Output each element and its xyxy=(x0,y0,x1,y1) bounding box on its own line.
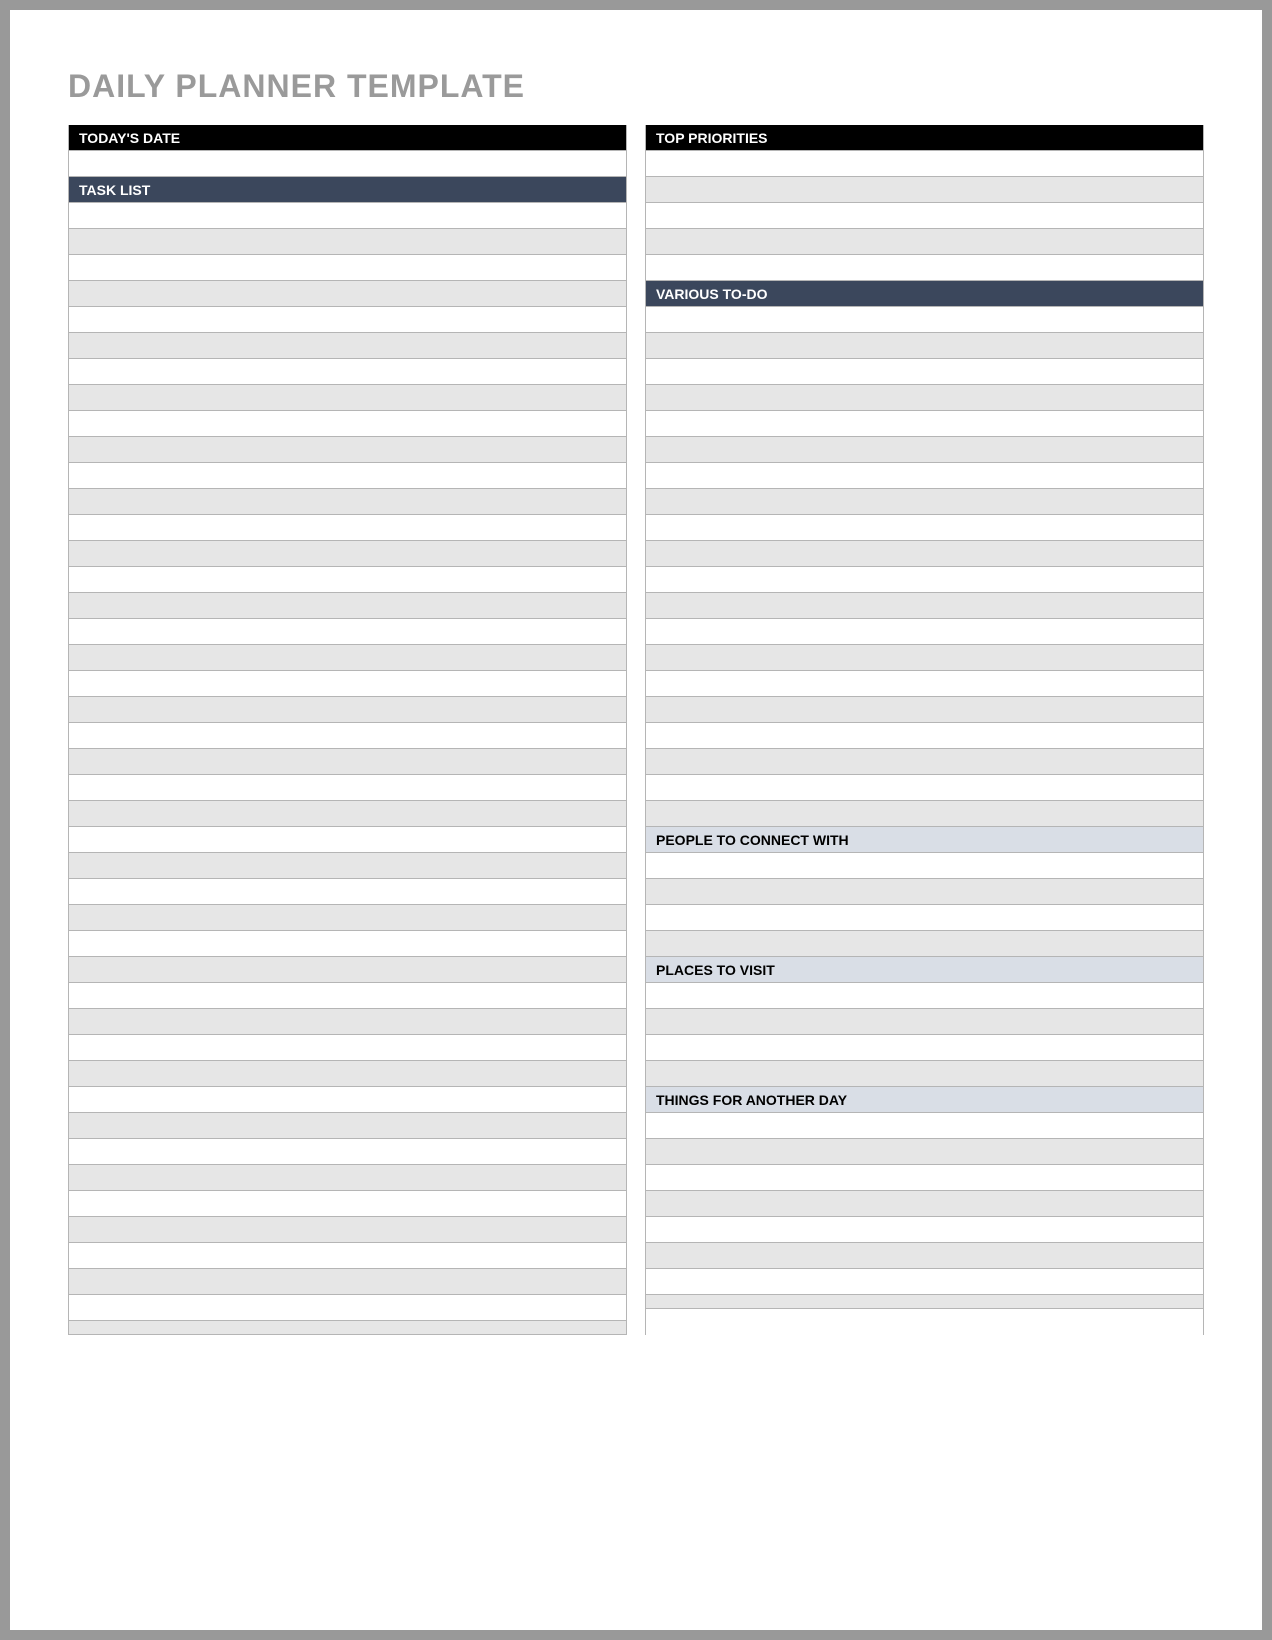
task-row[interactable] xyxy=(69,1217,626,1243)
task-row[interactable] xyxy=(69,1165,626,1191)
task-row[interactable] xyxy=(69,1191,626,1217)
people-row[interactable] xyxy=(646,905,1203,931)
header-things-another-day: THINGS FOR ANOTHER DAY xyxy=(646,1087,1203,1113)
bottom-strip xyxy=(69,1321,626,1335)
another-day-row[interactable] xyxy=(646,1165,1203,1191)
task-row[interactable] xyxy=(69,619,626,645)
another-day-row[interactable] xyxy=(646,1139,1203,1165)
priority-row[interactable] xyxy=(646,229,1203,255)
people-row[interactable] xyxy=(646,853,1203,879)
task-row[interactable] xyxy=(69,515,626,541)
task-row[interactable] xyxy=(69,1061,626,1087)
task-row[interactable] xyxy=(69,1035,626,1061)
task-row[interactable] xyxy=(69,827,626,853)
another-day-row[interactable] xyxy=(646,1191,1203,1217)
places-row[interactable] xyxy=(646,983,1203,1009)
priority-row[interactable] xyxy=(646,203,1203,229)
task-row[interactable] xyxy=(69,1139,626,1165)
todo-row[interactable] xyxy=(646,593,1203,619)
columns: TODAY'S DATE TASK LIST xyxy=(68,125,1204,1335)
task-row[interactable] xyxy=(69,541,626,567)
places-row[interactable] xyxy=(646,1061,1203,1087)
task-row[interactable] xyxy=(69,905,626,931)
task-row[interactable] xyxy=(69,281,626,307)
page-title: DAILY PLANNER TEMPLATE xyxy=(68,68,1204,105)
task-row[interactable] xyxy=(69,359,626,385)
task-row[interactable] xyxy=(69,307,626,333)
header-various-todo: VARIOUS TO-DO xyxy=(646,281,1203,307)
todo-row[interactable] xyxy=(646,437,1203,463)
task-row[interactable] xyxy=(69,411,626,437)
task-row[interactable] xyxy=(69,567,626,593)
task-row[interactable] xyxy=(69,749,626,775)
task-row[interactable] xyxy=(69,723,626,749)
task-row[interactable] xyxy=(69,385,626,411)
left-column: TODAY'S DATE TASK LIST xyxy=(68,125,627,1335)
todo-row[interactable] xyxy=(646,567,1203,593)
places-row[interactable] xyxy=(646,1035,1203,1061)
bottom-strip xyxy=(646,1295,1203,1309)
task-row[interactable] xyxy=(69,1269,626,1295)
todo-row[interactable] xyxy=(646,645,1203,671)
todo-row[interactable] xyxy=(646,723,1203,749)
todo-row[interactable] xyxy=(646,619,1203,645)
people-row[interactable] xyxy=(646,931,1203,957)
todo-row[interactable] xyxy=(646,333,1203,359)
header-people-to-connect: PEOPLE TO CONNECT WITH xyxy=(646,827,1203,853)
task-row[interactable] xyxy=(69,1243,626,1269)
todo-row[interactable] xyxy=(646,697,1203,723)
todo-row[interactable] xyxy=(646,749,1203,775)
todo-row[interactable] xyxy=(646,775,1203,801)
todo-row[interactable] xyxy=(646,411,1203,437)
header-top-priorities: TOP PRIORITIES xyxy=(646,125,1203,151)
task-row[interactable] xyxy=(69,931,626,957)
task-row[interactable] xyxy=(69,203,626,229)
todo-row[interactable] xyxy=(646,463,1203,489)
task-row[interactable] xyxy=(69,645,626,671)
todo-row[interactable] xyxy=(646,385,1203,411)
task-row[interactable] xyxy=(69,697,626,723)
places-row[interactable] xyxy=(646,1009,1203,1035)
priority-row[interactable] xyxy=(646,151,1203,177)
task-row[interactable] xyxy=(69,957,626,983)
task-row[interactable] xyxy=(69,879,626,905)
task-row[interactable] xyxy=(69,853,626,879)
todo-row[interactable] xyxy=(646,515,1203,541)
todo-row[interactable] xyxy=(646,359,1203,385)
task-row[interactable] xyxy=(69,489,626,515)
another-day-row[interactable] xyxy=(646,1113,1203,1139)
task-row[interactable] xyxy=(69,775,626,801)
task-row[interactable] xyxy=(69,671,626,697)
task-row[interactable] xyxy=(69,1295,626,1321)
task-row[interactable] xyxy=(69,1087,626,1113)
todo-row[interactable] xyxy=(646,307,1203,333)
header-todays-date: TODAY'S DATE xyxy=(69,125,626,151)
todo-row[interactable] xyxy=(646,541,1203,567)
task-row[interactable] xyxy=(69,1113,626,1139)
todo-row[interactable] xyxy=(646,801,1203,827)
people-row[interactable] xyxy=(646,879,1203,905)
planner-page: DAILY PLANNER TEMPLATE TODAY'S DATE TASK… xyxy=(0,0,1272,1640)
todo-row[interactable] xyxy=(646,489,1203,515)
todo-row[interactable] xyxy=(646,671,1203,697)
header-task-list: TASK LIST xyxy=(69,177,626,203)
task-row[interactable] xyxy=(69,1009,626,1035)
task-row[interactable] xyxy=(69,255,626,281)
task-row[interactable] xyxy=(69,593,626,619)
right-column: TOP PRIORITIES VARIOUS TO-DO xyxy=(645,125,1204,1335)
priority-row[interactable] xyxy=(646,255,1203,281)
task-row[interactable] xyxy=(69,801,626,827)
task-row[interactable] xyxy=(69,229,626,255)
another-day-row[interactable] xyxy=(646,1243,1203,1269)
another-day-row[interactable] xyxy=(646,1217,1203,1243)
task-row[interactable] xyxy=(69,983,626,1009)
task-row[interactable] xyxy=(69,463,626,489)
another-day-row[interactable] xyxy=(646,1269,1203,1295)
header-places-to-visit: PLACES TO VISIT xyxy=(646,957,1203,983)
task-row[interactable] xyxy=(69,437,626,463)
date-row[interactable] xyxy=(69,151,626,177)
priority-row[interactable] xyxy=(646,177,1203,203)
task-row[interactable] xyxy=(69,333,626,359)
